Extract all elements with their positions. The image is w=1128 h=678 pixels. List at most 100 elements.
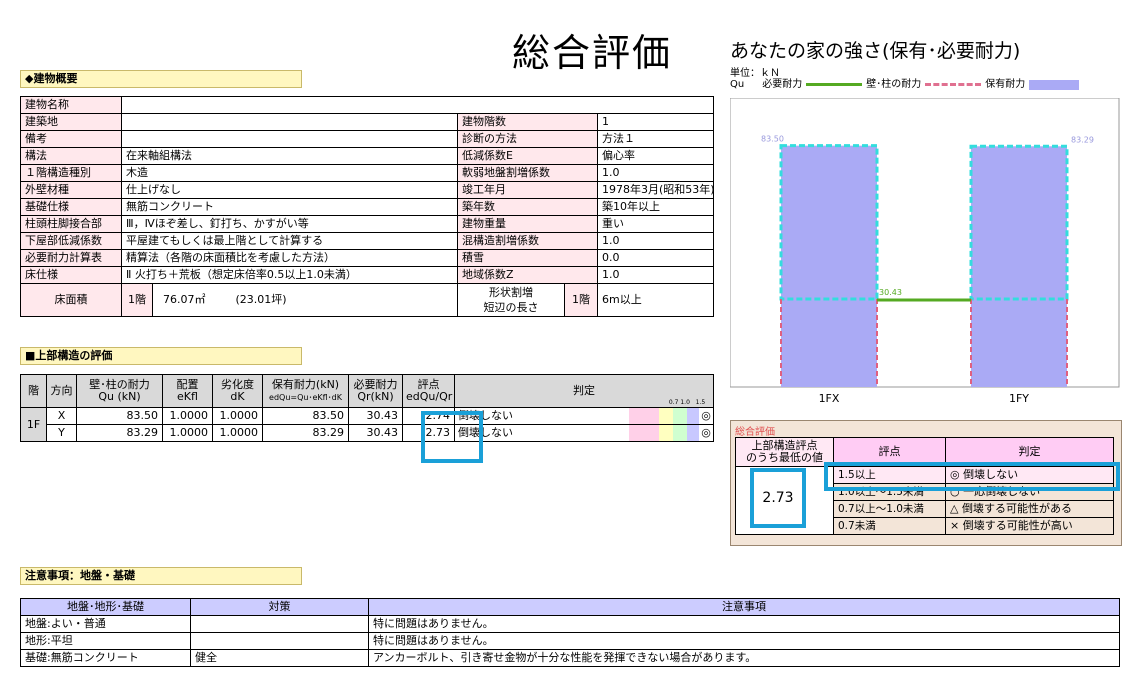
level-bar-red	[629, 408, 659, 424]
overview-value: 1.0	[597, 266, 714, 284]
notes-measure	[190, 632, 369, 650]
overview-label: 軟弱地盤割増係数	[457, 164, 598, 182]
overview-row: 下屋部低減係数 平屋建てもしくは最上階として計算する 混構造割増係数 1.0	[20, 232, 714, 250]
overview-label: 建物名称	[20, 96, 122, 114]
judge-mark: ◎	[701, 409, 711, 422]
overview-row: 必要耐力計算表 精算法（各階の床面積比を考慮した方法） 積雪 0.0	[20, 249, 714, 267]
notes-measure: 健全	[190, 649, 369, 667]
qu-cell: 83.29	[76, 424, 163, 442]
qu-value-label: 83.29	[1071, 135, 1094, 144]
overview-row: 基礎仕様 無筋コンクリート 築年数 築10年以上	[20, 198, 714, 216]
overview-value: 在来軸組構法	[121, 147, 458, 165]
overview-value: 0.0	[597, 249, 714, 267]
col-floor: 階	[20, 374, 47, 408]
col-ekfl: 配置 eKfl	[162, 374, 213, 408]
structure-row: 1F X 83.50 1.0000 1.0000 83.50 30.43 2.74 倒壊しない ◎	[20, 407, 714, 442]
shape-label-1: 形状割増	[489, 286, 533, 299]
category-label: 1FX	[819, 392, 840, 405]
summary-min-value: 2.73	[750, 468, 806, 528]
held-bar	[971, 146, 1067, 387]
edqu-cell: 83.29	[262, 424, 349, 442]
score-highlight	[421, 411, 483, 463]
notes-col-note: 注意事項	[368, 598, 1120, 616]
notes-note: 特に問題はありません。	[368, 632, 1120, 650]
ekfl-cell: 1.0000	[162, 424, 213, 442]
notes-measure	[190, 615, 369, 633]
judge-cell: 倒壊しない ◎	[454, 424, 714, 442]
chart-legend: 単位：ｋＮ Qu 必要耐力 壁･柱の耐力 保有耐力	[730, 68, 1080, 90]
level-bar-green	[673, 408, 687, 424]
overview-label: 備考	[20, 130, 122, 148]
scale-labels: 0.7 1.0 1.5	[668, 399, 706, 406]
overview-label: 柱頭柱脚接合部	[20, 215, 122, 233]
judge-mark: ◎	[701, 426, 711, 439]
summary-min-label: 上部構造評点 のうち最低の値	[735, 437, 834, 467]
overview-label: 建物階数	[457, 113, 598, 131]
unit-label: 単位：ｋＮ	[730, 68, 780, 79]
notes-row: 地盤:よい・普通 特に問題はありません。	[20, 615, 1120, 633]
floor-area-label: 床面積	[20, 283, 122, 317]
overview-row: 柱頭柱脚接合部 Ⅲ，Ⅳほぞ差し、釘打ち、かすがい等 建物重量 重い	[20, 215, 714, 233]
col-judge: 判定 0.7 1.0 1.5	[454, 374, 714, 408]
legend-required-swatch	[806, 83, 863, 86]
shape-value: 6m以上	[597, 283, 714, 317]
overview-label: １階構造種別	[20, 164, 122, 182]
required-value-label: 30.43	[879, 288, 902, 297]
level-bar-blue	[687, 425, 699, 441]
overview-value: 仕上げなし	[121, 181, 458, 199]
level-bar-blue	[687, 408, 699, 424]
dk-cell: 1.0000	[212, 424, 263, 442]
overview-label: 混構造割増係数	[457, 232, 598, 250]
floor-area-row: 床面積 1階 76.07㎡ (23.01坪) 形状割増 短辺の長さ 1階 6m以上	[20, 283, 714, 317]
judge-cell: 倒壊しない ◎	[454, 407, 714, 425]
col-qu: 壁･柱の耐力 Qu (kN)	[76, 374, 163, 408]
overview-label: 基礎仕様	[20, 198, 122, 216]
floor-area-m2: 76.07㎡	[163, 293, 206, 306]
legend-wall-swatch	[925, 83, 982, 86]
qu-cell: 83.50	[76, 407, 163, 425]
notes-col-item: 地盤･地形･基礎	[20, 598, 191, 616]
ekfl-cell: 1.0000	[162, 407, 213, 425]
overview-value: 重い	[597, 215, 714, 233]
col-direction: 方向	[46, 374, 77, 408]
overview-label: 竣工年月	[457, 181, 598, 199]
overview-value: 1.0	[597, 232, 714, 250]
overview-value: Ⅱ 火打ち＋荒板（想定床倍率0.5以上1.0未満）	[121, 266, 458, 284]
floor-area-tsubo: (23.01坪)	[235, 293, 287, 306]
col-edqu: 保有耐力(kN) edQu=Qu･eKfl･dK	[262, 374, 349, 408]
overview-label: 積雪	[457, 249, 598, 267]
notes-note: 特に問題はありません。	[368, 615, 1120, 633]
summary-judge: × 倒壊する可能性が高い	[945, 517, 1114, 535]
overview-value: 1	[597, 113, 714, 131]
overview-label: 構法	[20, 147, 122, 165]
shape-label-2: 短辺の長さ	[483, 301, 539, 314]
dk-cell: 1.0000	[212, 407, 263, 425]
summary-judge-highlight	[824, 462, 1120, 491]
overview-label: 建物重量	[457, 215, 598, 233]
overview-row: 外壁材種 仕上げなし 竣工年月 1978年3月(昭和53年)	[20, 181, 715, 199]
strength-chart: 1FX 83.50 1FY 83.29 30.43	[730, 98, 1120, 405]
summary-header: 総合評価	[735, 427, 775, 438]
overview-value: 方法１	[597, 130, 714, 148]
overview-value: 1978年3月(昭和53年)	[597, 181, 715, 199]
summary-judge: △ 倒壊する可能性がある	[945, 500, 1114, 518]
category-label: 1FY	[1009, 392, 1029, 405]
overview-value: 偏心率	[597, 147, 714, 165]
level-bar-red	[629, 425, 659, 441]
legend-wall: 壁･柱の耐力	[866, 79, 922, 90]
col-dk: 劣化度 dK	[212, 374, 263, 408]
overview-value: 平屋建てもしくは最上階として計算する	[121, 232, 458, 250]
qr-cell: 30.43	[348, 424, 403, 442]
notes-note: アンカーボルト、引き寄せ金物が十分な性能を発揮できない場合があります。	[368, 649, 1120, 667]
structure-header: ■上部構造の評価	[20, 347, 302, 365]
overview-value: 築10年以上	[597, 198, 714, 216]
notes-row: 地形:平坦 特に問題はありません。	[20, 632, 1120, 650]
overview-value: 精算法（各階の床面積比を考慮した方法）	[121, 249, 458, 267]
direction-cell: X	[46, 407, 77, 425]
direction-cell: Y	[46, 424, 77, 442]
overview-table: 建物名称 建築地 建物階数 1 備考 診断の方法 方法１ 構法 在来軸組構法 低減係数E 偏心率 １階…	[20, 96, 715, 317]
legend-held: 保有耐力	[985, 79, 1026, 90]
held-bar	[781, 145, 877, 387]
overview-value: 1.0	[597, 164, 714, 182]
qu-value-label: 83.50	[761, 135, 784, 144]
